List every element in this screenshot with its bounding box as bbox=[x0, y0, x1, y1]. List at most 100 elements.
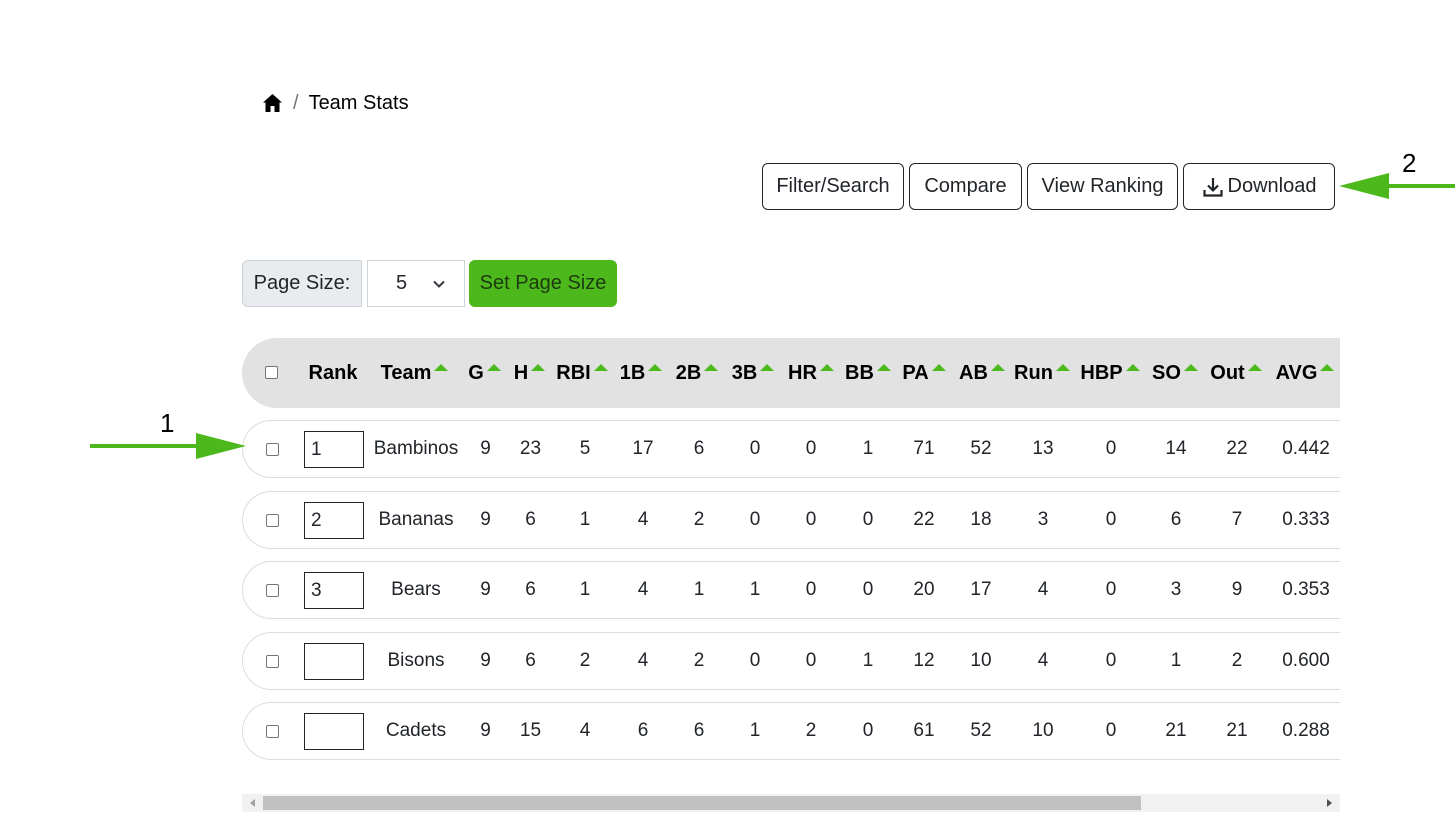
stat-cell: 1 bbox=[862, 650, 874, 671]
breadcrumb: / Team Stats bbox=[262, 90, 409, 116]
column-header-ab[interactable]: AB bbox=[952, 338, 1012, 408]
column-header-1b[interactable]: 1B bbox=[614, 338, 668, 408]
column-header-run[interactable]: Run bbox=[1010, 338, 1074, 408]
stat-cell: 0 bbox=[862, 720, 874, 741]
stat-cell: 52 bbox=[970, 438, 992, 459]
stat-cell: 13 bbox=[1032, 438, 1054, 459]
stat-cell: 10 bbox=[970, 650, 992, 671]
stat-cell: 0 bbox=[749, 509, 761, 530]
stat-cell: 18 bbox=[970, 509, 992, 530]
filter-search-button[interactable]: Filter/Search bbox=[762, 163, 904, 210]
team-cell: Bambinos bbox=[373, 438, 459, 459]
stat-cell: 0 bbox=[1105, 650, 1117, 671]
column-header-hr[interactable]: HR bbox=[782, 338, 840, 408]
column-header-out[interactable]: Out bbox=[1204, 338, 1268, 408]
stat-cell: 6 bbox=[693, 720, 705, 741]
stat-cell: 12 bbox=[913, 650, 935, 671]
stat-cell: 4 bbox=[579, 720, 591, 741]
stat-cell: 14 bbox=[1165, 438, 1187, 459]
row-checkbox[interactable] bbox=[266, 514, 279, 527]
stat-cell: 2 bbox=[1231, 650, 1243, 671]
sort-asc-icon bbox=[1247, 363, 1262, 371]
stat-cell: 9 bbox=[480, 720, 491, 741]
stat-cell: 21 bbox=[1226, 720, 1248, 741]
stat-cell: 9 bbox=[480, 509, 491, 530]
row-checkbox[interactable] bbox=[266, 443, 279, 456]
annotation-arrow-1 bbox=[90, 433, 246, 459]
column-header-hbp[interactable]: HBP bbox=[1076, 338, 1144, 408]
select-all-checkbox[interactable] bbox=[265, 366, 278, 379]
stat-cell: 23 bbox=[519, 438, 542, 459]
breadcrumb-separator: / bbox=[293, 91, 299, 114]
set-page-size-button[interactable]: Set Page Size bbox=[469, 260, 617, 307]
stat-cell: 4 bbox=[637, 650, 649, 671]
stat-cell: 1 bbox=[693, 579, 705, 600]
stat-cell: 1 bbox=[1170, 650, 1182, 671]
column-header-rbi[interactable]: RBI bbox=[552, 338, 612, 408]
stat-cell: 0 bbox=[749, 650, 761, 671]
sort-asc-icon bbox=[876, 363, 891, 371]
column-header-so[interactable]: SO bbox=[1146, 338, 1204, 408]
stat-cell: 0 bbox=[862, 579, 874, 600]
column-header-3b[interactable]: 3B bbox=[726, 338, 780, 408]
column-header-2b[interactable]: 2B bbox=[670, 338, 724, 408]
sort-asc-icon bbox=[704, 363, 719, 371]
scrollbar-thumb[interactable] bbox=[263, 796, 1141, 810]
download-label: Download bbox=[1227, 175, 1317, 197]
stat-cell: 6 bbox=[525, 509, 536, 530]
stat-cell: 2 bbox=[579, 650, 591, 671]
column-header-g[interactable]: G bbox=[462, 338, 507, 408]
compare-button[interactable]: Compare bbox=[909, 163, 1022, 210]
page-size-select[interactable]: 5 bbox=[367, 260, 465, 307]
column-header-bb[interactable]: BB bbox=[840, 338, 896, 408]
stat-cell: 20 bbox=[913, 579, 935, 600]
download-button[interactable]: Download bbox=[1183, 163, 1335, 210]
column-header-avg[interactable]: AVG bbox=[1270, 338, 1340, 408]
stat-cell: 1 bbox=[749, 579, 761, 600]
stat-cell: 0.353 bbox=[1282, 579, 1330, 600]
rank-input[interactable] bbox=[304, 643, 364, 680]
stat-cell: 0 bbox=[805, 438, 817, 459]
column-header-team[interactable]: Team bbox=[372, 338, 457, 408]
stat-cell: 0.288 bbox=[1282, 720, 1330, 741]
sort-asc-icon bbox=[434, 363, 449, 371]
stat-cell: 22 bbox=[913, 509, 935, 530]
home-icon[interactable] bbox=[262, 93, 283, 113]
stat-cell: 9 bbox=[1231, 579, 1243, 600]
rank-input[interactable] bbox=[304, 713, 364, 750]
filter-search-label: Filter/Search bbox=[776, 175, 890, 197]
chevron-down-icon bbox=[433, 280, 445, 288]
sort-asc-icon bbox=[819, 363, 834, 371]
view-ranking-button[interactable]: View Ranking bbox=[1027, 163, 1178, 210]
view-ranking-label: View Ranking bbox=[1041, 175, 1164, 197]
table-row: 2 Bananas 9 6 1 4 2 0 0 0 22 18 3 0 6 7 … bbox=[242, 491, 1340, 549]
stat-cell: 0 bbox=[805, 579, 817, 600]
rank-input[interactable]: 1 bbox=[304, 431, 364, 468]
sort-asc-icon bbox=[1320, 363, 1335, 371]
row-checkbox[interactable] bbox=[266, 655, 279, 668]
sort-asc-icon bbox=[486, 363, 501, 371]
stat-cell: 5 bbox=[579, 438, 591, 459]
team-cell: Bears bbox=[391, 579, 441, 600]
stat-cell: 0.442 bbox=[1282, 438, 1330, 459]
row-checkbox[interactable] bbox=[266, 725, 279, 738]
stat-cell: 2 bbox=[805, 720, 817, 741]
rank-input[interactable]: 3 bbox=[304, 572, 364, 609]
stat-cell: 21 bbox=[1165, 720, 1187, 741]
stat-cell: 10 bbox=[1032, 720, 1054, 741]
stat-cell: 9 bbox=[480, 579, 491, 600]
stat-cell: 15 bbox=[519, 720, 542, 741]
rank-input[interactable]: 2 bbox=[304, 502, 364, 539]
stat-cell: 6 bbox=[693, 438, 705, 459]
stat-cell: 1 bbox=[579, 579, 591, 600]
scroll-left-icon[interactable] bbox=[250, 799, 255, 807]
compare-label: Compare bbox=[924, 175, 1007, 197]
column-header-h[interactable]: H bbox=[507, 338, 552, 408]
table-header: Rank Team G H RBI 1B 2B 3B HR BB PA AB R… bbox=[242, 338, 1340, 408]
column-header-pa[interactable]: PA bbox=[896, 338, 952, 408]
row-checkbox[interactable] bbox=[266, 584, 279, 597]
scroll-right-icon[interactable] bbox=[1327, 799, 1332, 807]
stat-cell: 0 bbox=[805, 650, 817, 671]
horizontal-scrollbar[interactable] bbox=[242, 794, 1340, 812]
stat-cell: 1 bbox=[862, 438, 874, 459]
